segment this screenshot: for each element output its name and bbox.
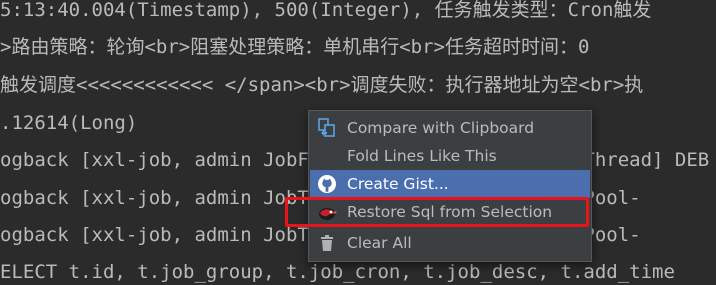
console-line: ELECT t.id, t.job_group, t.job_cron, t.j… — [0, 261, 675, 283]
menu-item-label: Compare with Clipboard — [347, 119, 535, 137]
menu-item-label: Fold Lines Like This — [347, 147, 497, 165]
console-line: >路由策略：轮询<br>阻塞处理策略：单机串行<br>任务超时时间：0 — [0, 36, 590, 58]
github-icon — [316, 173, 338, 195]
menu-item-fold-lines-like-this[interactable]: Fold Lines Like This — [310, 142, 590, 170]
context-menu: Compare with Clipboard Fold Lines Like T… — [308, 110, 592, 262]
menu-item-create-gist[interactable]: Create Gist... — [310, 170, 590, 198]
console-line: 5:13:40.004(Timestamp), 500(Integer), 任务… — [0, 0, 652, 21]
console-line: 触发调度<<<<<<<<<<<< </span><br>调度失败：执行器地址为空… — [0, 74, 644, 96]
trash-icon — [316, 232, 338, 254]
mybatis-bird-icon — [316, 201, 338, 223]
compare-clipboard-icon — [316, 117, 338, 139]
menu-item-clear-all[interactable]: Clear All — [310, 229, 590, 257]
menu-item-restore-sql-from-selection[interactable]: Restore Sql from Selection — [310, 198, 590, 226]
console-line: .12614(Long) — [0, 112, 138, 134]
menu-item-compare-with-clipboard[interactable]: Compare with Clipboard — [310, 114, 590, 142]
menu-item-label: Clear All — [347, 234, 412, 252]
menu-item-label: Create Gist... — [347, 175, 449, 193]
menu-item-label: Restore Sql from Selection — [347, 203, 553, 221]
